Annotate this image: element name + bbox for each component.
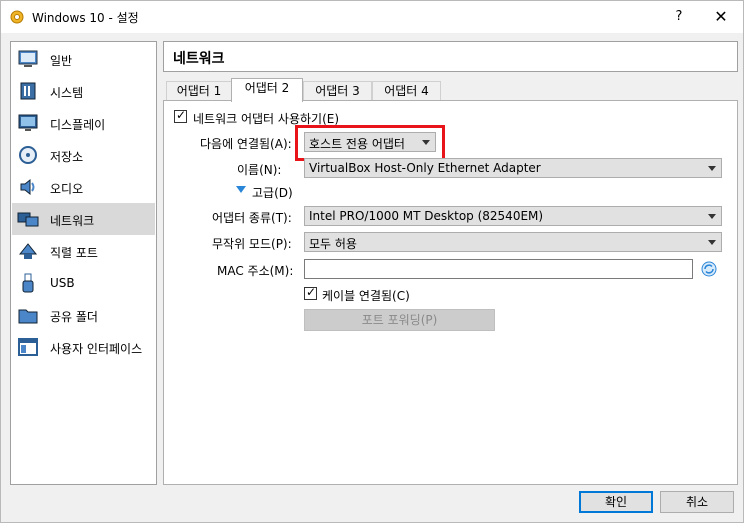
sidebar-item-label: 사용자 인터페이스: [50, 342, 143, 356]
enable-adapter-checkbox[interactable]: ✓: [174, 108, 187, 123]
general-icon: [18, 50, 38, 67]
sidebar-item-storage[interactable]: 저장소: [12, 139, 155, 171]
shared-folder-icon: [18, 309, 38, 324]
usb-icon: [22, 273, 34, 293]
promiscuous-mode-select[interactable]: 모두 허용: [304, 232, 722, 252]
tab-adapter-1[interactable]: 어댑터 1: [166, 81, 232, 101]
port-forwarding-button[interactable]: 포트 포워딩(P): [304, 309, 495, 331]
tab-adapter-2[interactable]: 어댑터 2: [231, 78, 303, 102]
page-title: 네트워크: [173, 51, 225, 67]
advanced-toggle[interactable]: 고급(D): [252, 184, 293, 201]
checkmark-icon: ✓: [176, 108, 187, 122]
chevron-down-icon: [708, 240, 716, 245]
sidebar-item-display[interactable]: 디스플레이: [12, 107, 155, 139]
mac-address-label: MAC 주소(M):: [217, 264, 294, 278]
title-bar: Windows 10 - 설정 ? ✕: [1, 1, 743, 33]
sidebar-item-label: 저장소: [50, 150, 84, 164]
virtualbox-gear-icon: [10, 10, 24, 24]
refresh-mac-icon[interactable]: [701, 261, 717, 277]
highlight-annotation: [295, 125, 445, 161]
system-icon: [20, 82, 36, 100]
sidebar-item-network[interactable]: 네트워크: [12, 203, 155, 235]
help-button[interactable]: ?: [665, 5, 693, 29]
network-icon: [17, 212, 39, 227]
mac-address-input[interactable]: [304, 259, 693, 279]
sidebar-item-shared-folder[interactable]: 공유 폴더: [12, 299, 155, 331]
promiscuous-mode-label: 무작위 모드(P):: [212, 237, 292, 251]
adapter-type-value: Intel PRO/1000 MT Desktop (82540EM): [309, 209, 544, 223]
cable-connected-checkbox[interactable]: ✓: [304, 285, 317, 300]
close-button[interactable]: ✕: [701, 3, 741, 31]
chevron-down-icon: [708, 166, 716, 171]
expand-triangle-icon[interactable]: [236, 186, 246, 194]
sidebar-item-general[interactable]: 일반: [12, 43, 155, 75]
checkmark-icon: ✓: [306, 285, 317, 299]
promiscuous-mode-value: 모두 허용: [309, 237, 357, 251]
audio-icon: [20, 178, 35, 196]
attached-to-label: 다음에 연결됨(A):: [200, 137, 292, 151]
sidebar-item-label: 네트워크: [50, 214, 95, 228]
page-header: 네트워크: [163, 41, 738, 72]
sidebar-item-label: 디스플레이: [50, 118, 106, 132]
sidebar-item-label: USB: [50, 276, 75, 290]
sidebar-item-audio[interactable]: 오디오: [12, 171, 155, 203]
storage-icon: [19, 146, 37, 164]
name-label: 이름(N):: [237, 163, 282, 177]
sidebar-item-serial-port[interactable]: 직렬 포트: [12, 235, 155, 267]
sidebar-item-usb[interactable]: USB: [12, 267, 155, 299]
cable-connected-label: 케이블 연결됨(C): [322, 289, 410, 303]
user-interface-icon: [18, 338, 38, 356]
ok-button[interactable]: 확인: [579, 491, 653, 513]
sidebar-item-label: 일반: [50, 54, 73, 68]
sidebar-item-system[interactable]: 시스템: [12, 75, 155, 107]
sidebar-item-label: 시스템: [50, 86, 84, 100]
serial-port-icon: [18, 243, 38, 259]
adapter-type-label: 어댑터 종류(T):: [212, 211, 292, 225]
adapter-type-select[interactable]: Intel PRO/1000 MT Desktop (82540EM): [304, 206, 722, 226]
chevron-down-icon: [708, 214, 716, 219]
adapter-name-value: VirtualBox Host-Only Ethernet Adapter: [309, 161, 541, 175]
cancel-button[interactable]: 취소: [660, 491, 734, 513]
tab-adapter-3[interactable]: 어댑터 3: [303, 81, 372, 101]
window-title: Windows 10 - 설정: [32, 11, 139, 25]
display-icon: [18, 114, 38, 131]
tab-adapter-4[interactable]: 어댑터 4: [372, 81, 441, 101]
sidebar-item-label: 직렬 포트: [50, 246, 98, 260]
adapter-name-select[interactable]: VirtualBox Host-Only Ethernet Adapter: [304, 158, 722, 178]
sidebar-item-label: 공유 폴더: [50, 310, 98, 324]
settings-sidebar: 일반 시스템 디스플레이 저장소 오디오 네트워크 직렬 포트 USB 공유 폴…: [10, 41, 157, 485]
sidebar-item-user-interface[interactable]: 사용자 인터페이스: [12, 331, 155, 363]
sidebar-item-label: 오디오: [50, 182, 84, 196]
settings-window: Windows 10 - 설정 ? ✕ 일반 시스템 디스플레이 저장소 오디오…: [0, 0, 744, 523]
